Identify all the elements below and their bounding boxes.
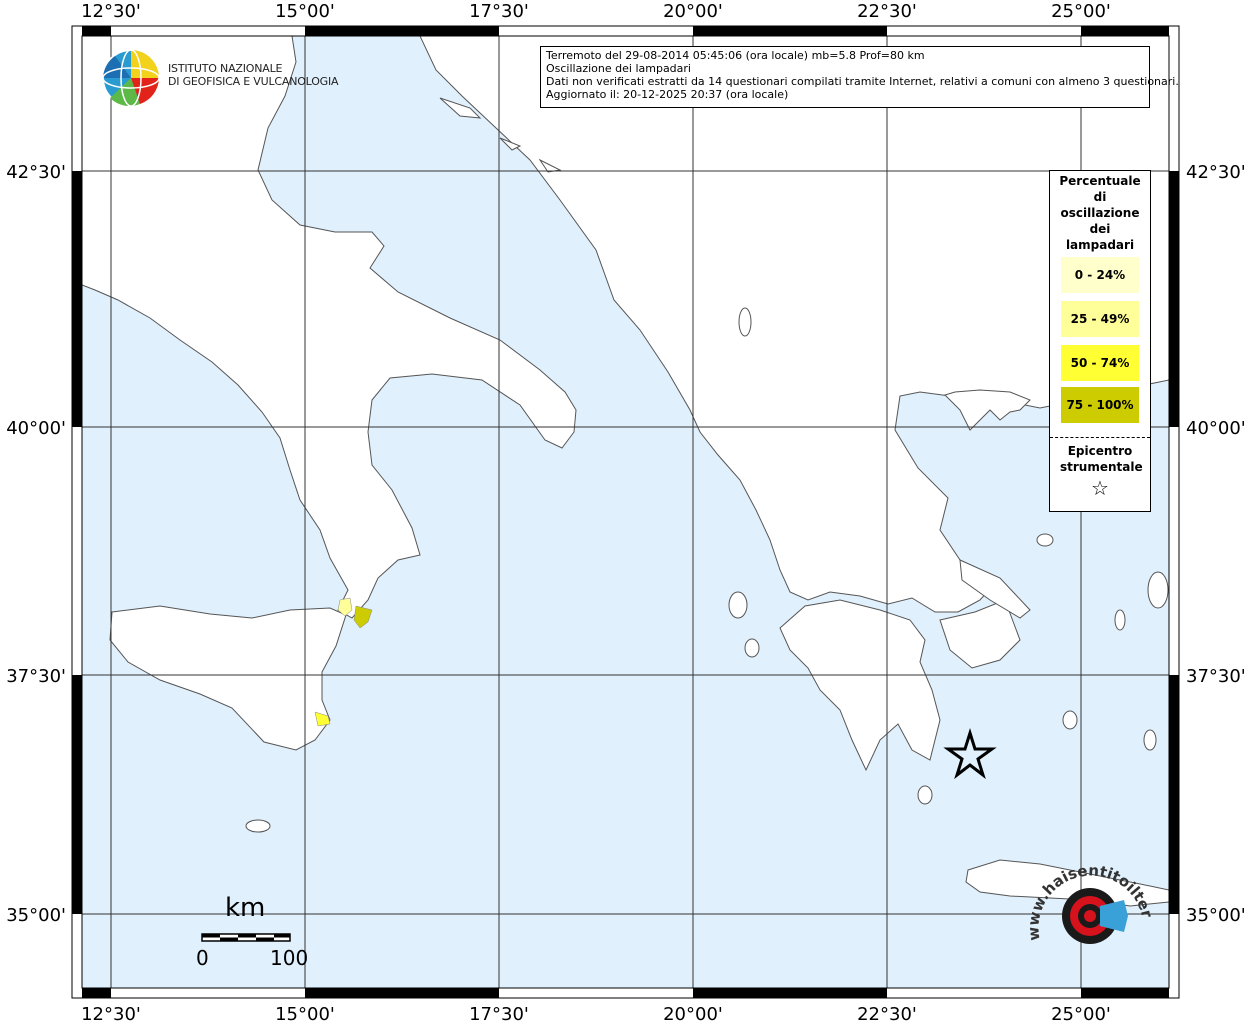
legend-item-0-24: 0 - 24% bbox=[1061, 257, 1139, 293]
corfu-island bbox=[738, 307, 752, 337]
zakynthos-island bbox=[744, 638, 760, 658]
scale-max-label: 100 bbox=[270, 946, 309, 970]
lesbos-island bbox=[1147, 571, 1169, 609]
ingv-logo-line2: DI GEOFISICA E VULCANOLOGIA bbox=[168, 75, 339, 88]
lon-label-top-5: 22°30' bbox=[857, 1, 917, 22]
info-line-3: Dati non verificati estratti da 14 quest… bbox=[546, 75, 1179, 88]
scale-bar bbox=[201, 933, 291, 942]
lat-label-left-1: 42°30' bbox=[6, 162, 66, 183]
legend-title: Percentuale di oscillazione dei lampadar… bbox=[1059, 174, 1141, 252]
lat-label-left-3: 37°30' bbox=[6, 666, 66, 687]
legend-epicenter-label: Epicentro strumentale bbox=[1060, 444, 1143, 474]
legend-item-25-49: 25 - 49% bbox=[1061, 301, 1139, 337]
legend-item-75-100: 75 - 100% bbox=[1061, 387, 1139, 423]
lon-label-top-1: 12°30' bbox=[81, 1, 141, 22]
ingv-logo-line1: ISTITUTO NAZIONALE bbox=[168, 62, 283, 75]
legend: Percentuale di oscillazione dei lampadar… bbox=[1049, 170, 1151, 512]
lat-label-right-1: 42°30' bbox=[1186, 162, 1246, 183]
naxos-island bbox=[1062, 710, 1078, 730]
info-line-4: Aggiornato il: 20-12-2025 20:37 (ora loc… bbox=[546, 88, 789, 101]
lon-label-top-6: 25°00' bbox=[1051, 1, 1111, 22]
info-line-2: Oscillazione dei lampadari bbox=[546, 62, 691, 75]
map-canvas: 12°30' 15°00' 17°30' 20°00' 22°30' 25°00… bbox=[0, 0, 1246, 1024]
scale-min-label: 0 bbox=[196, 946, 209, 970]
legend-separator bbox=[1050, 437, 1150, 438]
lat-label-right-2: 40°00' bbox=[1186, 418, 1246, 439]
kythira-island bbox=[917, 785, 933, 805]
lat-label-left-2: 40°00' bbox=[6, 418, 66, 439]
lat-label-right-4: 35°00' bbox=[1186, 905, 1246, 926]
chios-island bbox=[1114, 609, 1126, 631]
lon-label-top-2: 15°00' bbox=[275, 1, 335, 22]
info-line-1: Terremoto del 29-08-2014 05:45:06 (ora l… bbox=[546, 49, 925, 62]
info-box: Terremoto del 29-08-2014 05:45:06 (ora l… bbox=[540, 46, 1179, 108]
lat-label-left-4: 35°00' bbox=[6, 905, 66, 926]
scale-unit: km bbox=[225, 893, 266, 923]
lat-label-right-3: 37°30' bbox=[1186, 666, 1246, 687]
legend-item-50-74: 50 - 74% bbox=[1061, 345, 1139, 381]
ingv-logo-text: ISTITUTO NAZIONALE DI GEOFISICA E VULCAN… bbox=[168, 62, 339, 88]
legend-star-icon: ☆ bbox=[1091, 476, 1109, 500]
rhodes-island bbox=[1143, 729, 1157, 751]
lon-label-bottom-1: 12°30' bbox=[81, 1004, 141, 1024]
lon-label-bottom-5: 22°30' bbox=[857, 1004, 917, 1024]
lon-label-bottom-3: 17°30' bbox=[469, 1004, 529, 1024]
kefalonia-island bbox=[728, 591, 748, 619]
lon-label-bottom-6: 25°00' bbox=[1051, 1004, 1111, 1024]
lemnos-island bbox=[1036, 533, 1054, 547]
malta-island bbox=[245, 819, 271, 833]
lon-label-top-3: 17°30' bbox=[469, 1, 529, 22]
lon-label-bottom-2: 15°00' bbox=[275, 1004, 335, 1024]
lon-label-bottom-4: 20°00' bbox=[663, 1004, 723, 1024]
lon-label-top-4: 20°00' bbox=[663, 1, 723, 22]
ingv-logo-icon bbox=[102, 49, 160, 107]
